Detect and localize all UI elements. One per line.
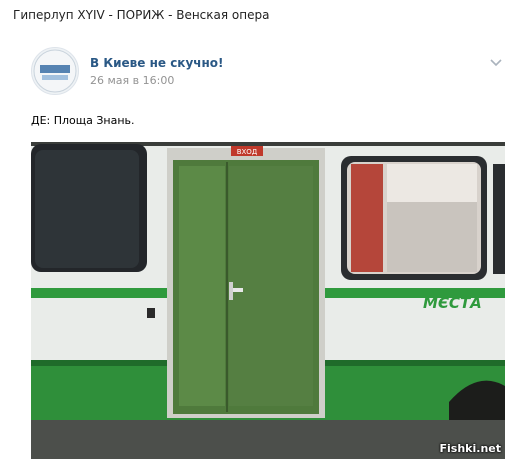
post-card: В Киеве не скучно! 26 мая в 16:00 ДЕ: Пл… xyxy=(0,30,511,461)
bus-photo: ВХОД МЄСТА xyxy=(31,142,505,459)
avatar[interactable] xyxy=(31,47,79,95)
bus-text: МЄСТА xyxy=(423,294,482,312)
post-text: ДЕ: Площа Знань. xyxy=(31,114,135,127)
post-date[interactable]: 26 мая в 16:00 xyxy=(90,74,174,87)
chevron-down-icon[interactable] xyxy=(489,58,503,68)
post-author-link[interactable]: В Киеве не скучно! xyxy=(90,56,224,70)
bus-sign: ВХОД xyxy=(237,148,258,156)
post-photo[interactable]: ВХОД МЄСТА Fishki.net xyxy=(31,142,505,459)
avatar-image xyxy=(32,48,78,94)
watermark: Fishki.net xyxy=(439,442,501,455)
page-title: Гиперлуп XYIV - ПОРИЖ - Венская опера xyxy=(13,8,270,22)
